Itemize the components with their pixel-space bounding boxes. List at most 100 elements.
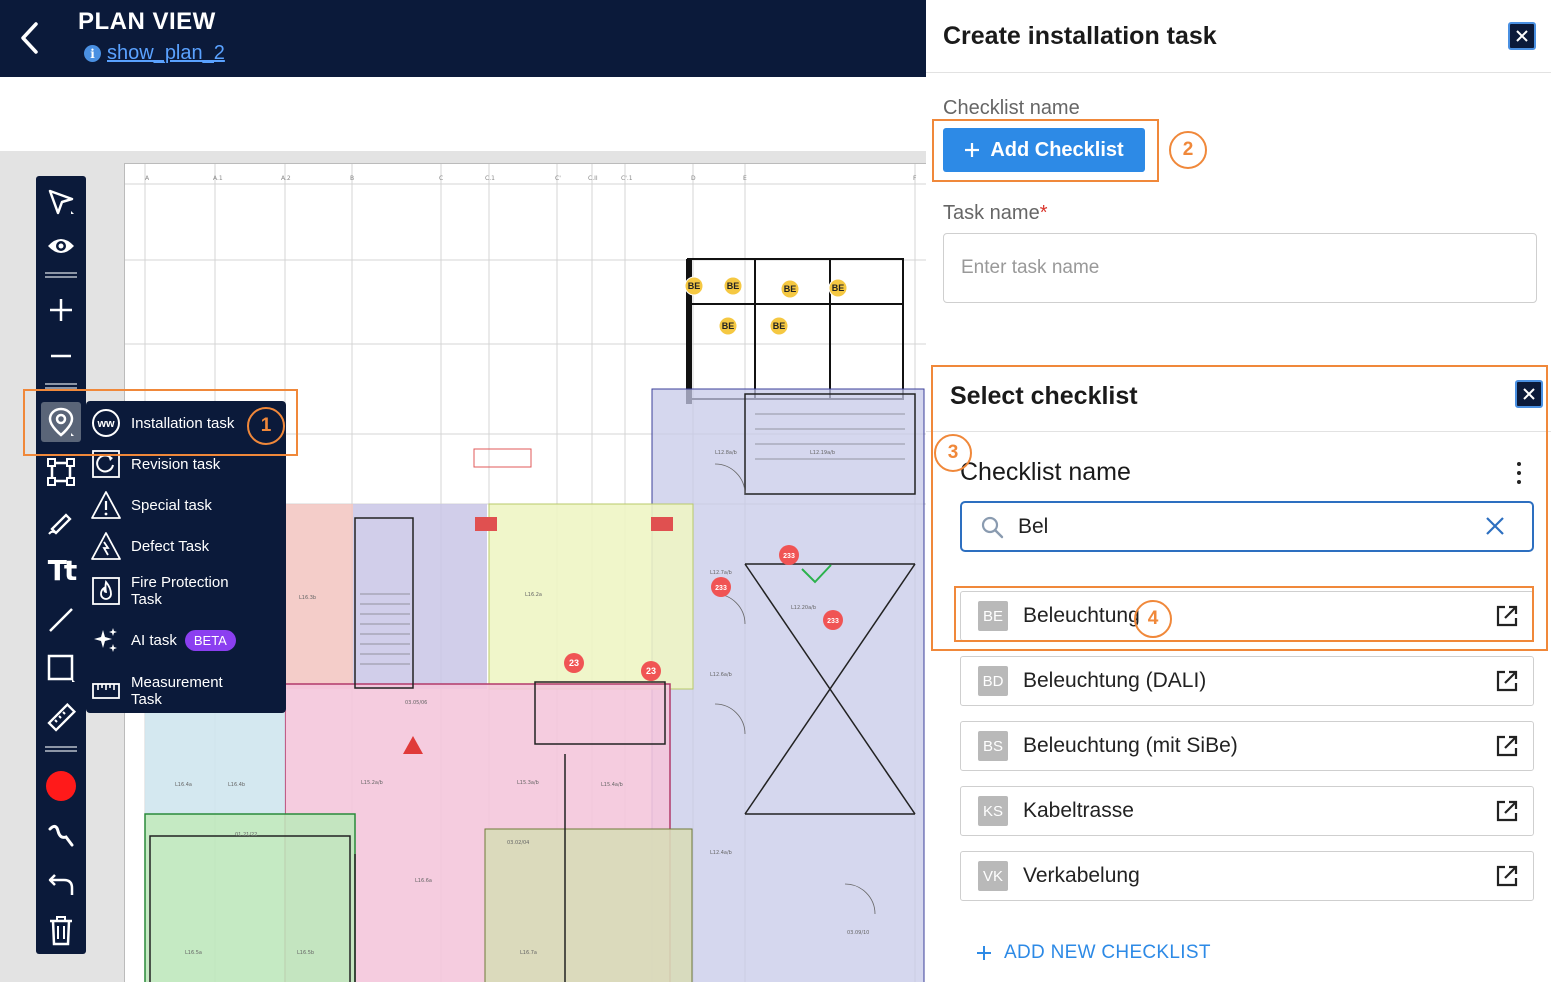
svg-text:L15.4a/b: L15.4a/b [601, 782, 623, 788]
eye-icon [48, 239, 74, 253]
text-tool[interactable]: Tt [41, 550, 81, 590]
checklist-badge: KS [978, 796, 1008, 826]
task-type-menu: ww Installation task Revision task Speci… [86, 401, 286, 713]
checklist-label: Beleuchtung (DALI) [1023, 669, 1207, 692]
checklist-column-heading: Checklist name [960, 458, 1131, 486]
app-root: PLAN VIEW i show_plan_2 A A.1 A.2 B C C.… [0, 0, 1551, 982]
plan-marker-label: BE [784, 284, 797, 294]
beta-badge: BETA [184, 629, 236, 651]
svg-text:F: F [913, 175, 917, 182]
task-name-input[interactable] [943, 233, 1537, 303]
svg-text:L16.7a: L16.7a [520, 950, 537, 956]
svg-text:E: E [743, 175, 747, 182]
svg-text:A.2: A.2 [281, 175, 291, 182]
undo-tool[interactable] [41, 864, 81, 904]
step-marker: 4 [1134, 600, 1172, 638]
ruler-icon [47, 703, 76, 732]
measure-tool[interactable] [41, 698, 81, 738]
rectangle-tool[interactable] [41, 648, 81, 688]
open-external-icon[interactable] [1495, 669, 1519, 693]
freehand-tool[interactable] [41, 816, 81, 856]
svg-text:L12.6a/b: L12.6a/b [710, 672, 732, 678]
menu-item-revision-task[interactable]: Revision task [90, 447, 282, 481]
checklist-item-beleuchtung-dali[interactable]: BD Beleuchtung (DALI) [960, 656, 1534, 706]
step-marker: 2 [1169, 131, 1207, 169]
checklist-item-beleuchtung[interactable]: BE Beleuchtung [960, 591, 1534, 641]
menu-item-label: Special task [131, 496, 212, 514]
select-tool[interactable] [41, 182, 81, 222]
checklist-search-box [960, 501, 1534, 552]
menu-item-defect-task[interactable]: Defect Task [90, 529, 282, 563]
toolbar-separator [45, 383, 77, 389]
more-options-icon[interactable] [1511, 460, 1527, 486]
plus-icon [965, 143, 980, 157]
plan-marker-label: 23 [569, 658, 579, 668]
checklist-name-label: Checklist name [943, 97, 1080, 119]
app-header: PLAN VIEW i show_plan_2 [0, 0, 926, 77]
plan-marker-label: BE [722, 321, 735, 331]
menu-item-label: Installation task [131, 414, 235, 432]
step-marker: 1 [247, 407, 285, 445]
back-button[interactable] [12, 18, 46, 58]
add-new-checklist-link[interactable]: ADD NEW CHECKLIST [976, 942, 1211, 964]
required-mark: * [1039, 202, 1048, 224]
task-name-label-text: Task name [943, 202, 1040, 224]
create-task-panel: Create installation task Checklist name … [926, 0, 1551, 982]
color-picker[interactable] [41, 766, 81, 806]
menu-item-measurement-task[interactable]: Measurement Task [90, 673, 282, 709]
location-pin-icon [48, 407, 74, 437]
menu-item-fire-protection-task[interactable]: Fire Protection Task [90, 573, 282, 609]
search-icon [981, 516, 1004, 539]
svg-text:L12.7a/b: L12.7a/b [710, 570, 732, 576]
chevron-left-icon [21, 22, 38, 54]
open-external-icon[interactable] [1495, 799, 1519, 823]
svg-text:L16.3b: L16.3b [299, 595, 316, 601]
menu-item-ai-task[interactable]: AI task BETA [90, 623, 282, 657]
checklist-item-verkabelung[interactable]: VK Verkabelung [960, 851, 1534, 901]
menu-item-label: Defect Task [131, 537, 210, 555]
plan-marker-label: 23 [646, 666, 656, 676]
pen-tool[interactable] [41, 502, 81, 542]
zoom-out-tool[interactable] [41, 336, 81, 376]
task-pin-tool[interactable] [41, 402, 81, 442]
step-marker: 3 [934, 434, 972, 472]
svg-text:C.1: C.1 [485, 175, 495, 182]
plan-link-row: i show_plan_2 [84, 42, 225, 65]
select-checklist-header: Select checklist [926, 362, 1551, 432]
svg-text:L16.6a: L16.6a [415, 878, 432, 884]
menu-item-special-task[interactable]: Special task [90, 488, 282, 522]
zoom-in-tool[interactable] [41, 290, 81, 330]
svg-text:03.02/04: 03.02/04 [507, 840, 529, 846]
svg-text:A: A [145, 175, 150, 182]
svg-text:03.09/10: 03.09/10 [847, 930, 869, 936]
plan-link[interactable]: show_plan_2 [107, 42, 225, 65]
menu-item-label: Revision task [131, 455, 221, 473]
checklist-search-input[interactable] [1018, 513, 1468, 541]
checklist-item-beleuchtung-sibe[interactable]: BS Beleuchtung (mit SiBe) [960, 721, 1534, 771]
open-external-icon[interactable] [1495, 604, 1519, 628]
visibility-tool[interactable] [41, 226, 81, 266]
delete-tool[interactable] [41, 911, 81, 951]
svg-text:L12.8a/b: L12.8a/b [715, 450, 737, 456]
installation-icon-text: ww [96, 418, 115, 430]
area-icon [47, 458, 75, 486]
svg-text:C'.1: C'.1 [621, 175, 633, 182]
undo-icon [48, 874, 74, 895]
close-select-checklist-button[interactable] [1515, 380, 1543, 408]
line-tool[interactable] [41, 600, 81, 640]
open-external-icon[interactable] [1495, 734, 1519, 758]
checklist-item-kabeltrasse[interactable]: KS Kabeltrasse [960, 786, 1534, 836]
svg-text:C': C' [555, 175, 561, 182]
plan-marker-label: 233 [783, 553, 795, 560]
svg-text:01.21/22: 01.21/22 [235, 832, 257, 838]
svg-text:D: D [691, 175, 696, 182]
clear-search-icon[interactable] [1484, 515, 1506, 537]
toolbar-separator [45, 746, 77, 752]
close-panel-button[interactable] [1508, 22, 1536, 50]
defect-triangle-icon [90, 530, 122, 562]
add-checklist-button[interactable]: Add Checklist [943, 128, 1145, 172]
area-tool[interactable] [41, 452, 81, 492]
open-external-icon[interactable] [1495, 864, 1519, 888]
color-dot-icon [46, 771, 76, 801]
svg-text:B: B [350, 175, 354, 182]
